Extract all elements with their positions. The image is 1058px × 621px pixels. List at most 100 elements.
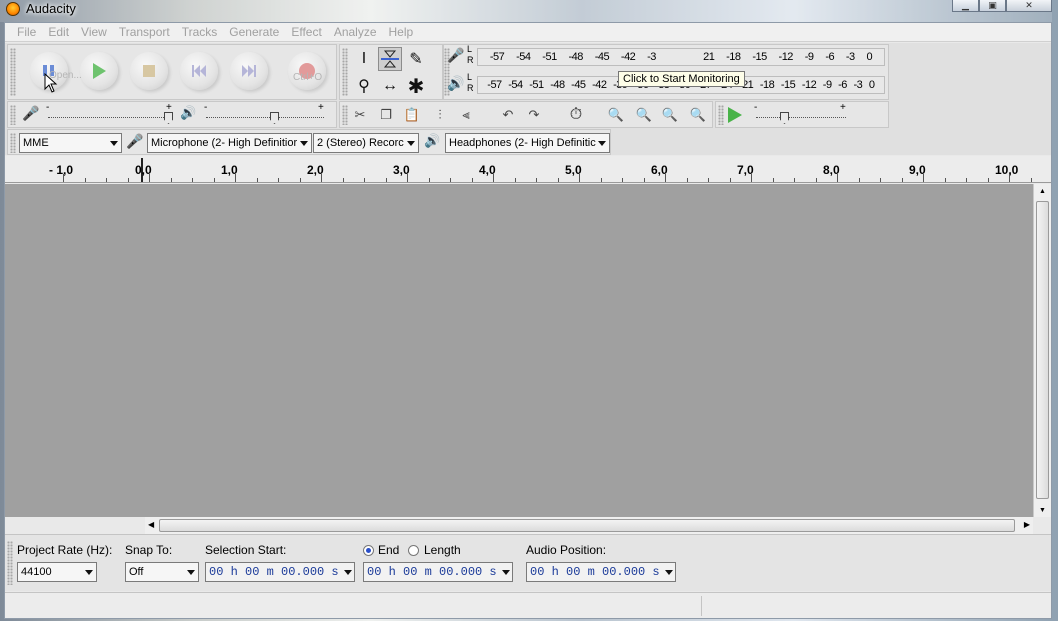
ruler-major-tick: [579, 174, 580, 182]
microphone-icon: 🎤: [126, 133, 144, 149]
audio-host-select[interactable]: MME: [19, 133, 122, 153]
toolbar-grip[interactable]: [10, 48, 16, 96]
fit-selection-button[interactable]: 🔍: [658, 103, 682, 127]
fit-project-icon: 🔍: [689, 107, 707, 122]
paste-button[interactable]: 📋: [400, 103, 424, 127]
speaker-icon: 🔊: [447, 75, 465, 91]
toolbar-grip[interactable]: [342, 48, 348, 96]
title-bar[interactable]: Audacity ▁ ▣ ✕: [0, 0, 1052, 22]
chevron-down-icon: [407, 141, 415, 146]
record-meter-tick-label: -54: [516, 51, 531, 63]
record-meter-scale[interactable]: -57 -54 -51 -48 -45 -42 -3 21 -18 -15 -12 -9 -6 -3 0: [477, 48, 885, 66]
scroll-left-icon[interactable]: ◀: [148, 520, 154, 529]
selection-start-field[interactable]: 00 h 00 m 00.000 s: [205, 562, 355, 582]
scroll-down-icon[interactable]: ▼: [1039, 507, 1046, 514]
menu-file[interactable]: File: [11, 23, 42, 42]
play-button[interactable]: [80, 52, 118, 90]
skip-to-end-button[interactable]: [230, 52, 268, 90]
stop-button[interactable]: [130, 52, 168, 90]
magnifier-icon: ⚲: [358, 78, 370, 95]
menu-transport[interactable]: Transport: [113, 23, 176, 42]
ruler-minor-tick: [170, 178, 172, 182]
zoom-out-button[interactable]: 🔍: [632, 103, 656, 127]
menu-effect[interactable]: Effect: [285, 23, 327, 42]
menu-analyze[interactable]: Analyze: [328, 23, 383, 42]
maximize-button[interactable]: ▣: [979, 0, 1006, 12]
record-meter[interactable]: 🎤 LR -57 -54 -51 -48 -45 -42 -3 21 -18 -15 -12 -9 -6…: [445, 44, 891, 70]
playback-device-select[interactable]: Headphones (2- High Definitic: [445, 133, 610, 153]
menu-tracks[interactable]: Tracks: [176, 23, 224, 42]
microphone-icon: 🎤: [22, 105, 40, 121]
recording-device-select[interactable]: Microphone (2- High Definitior: [147, 133, 312, 153]
menu-help[interactable]: Help: [383, 23, 420, 42]
horizontal-scrollbar[interactable]: ◀ ▶: [145, 517, 1033, 534]
project-rate-select[interactable]: 44100: [17, 562, 97, 582]
minimize-button[interactable]: ▁: [952, 0, 979, 12]
skip-to-start-button[interactable]: [180, 52, 218, 90]
vertical-scroll-thumb[interactable]: [1036, 201, 1049, 499]
close-button[interactable]: ✕: [1006, 0, 1052, 12]
transport-toolbar: Open... Ctrl+O: [7, 44, 337, 100]
toolbar-grip[interactable]: [7, 541, 13, 585]
undo-button[interactable]: ↶: [496, 103, 520, 127]
snap-to-select[interactable]: Off: [125, 562, 199, 582]
record-meter-tick-label: -15: [752, 51, 767, 63]
input-volume-thumb[interactable]: [164, 112, 173, 124]
ruler-minor-tick: [342, 178, 344, 182]
toolbar-grip[interactable]: [718, 105, 724, 125]
record-meter-tick-label: -12: [778, 51, 794, 63]
length-radio[interactable]: [408, 545, 419, 556]
skip-end-icon: [242, 65, 256, 77]
menu-generate[interactable]: Generate: [223, 23, 285, 42]
vertical-scrollbar[interactable]: ▲ ▼: [1033, 184, 1051, 517]
speed-min: -: [754, 102, 758, 113]
record-meter-tick-label: -51: [542, 51, 557, 63]
track-area[interactable]: [5, 184, 1033, 517]
ruler-minor-tick: [815, 178, 817, 182]
multi-tool-button[interactable]: ✱: [404, 74, 428, 98]
copy-button[interactable]: ❐: [374, 103, 398, 127]
time-shift-tool-button[interactable]: ↔: [378, 74, 402, 98]
envelope-tool-button[interactable]: [378, 47, 402, 71]
end-radio[interactable]: [363, 545, 374, 556]
redo-button[interactable]: ↷: [522, 103, 546, 127]
ruler-major-tick: [493, 174, 494, 182]
record-button[interactable]: Ctrl+O: [288, 52, 326, 90]
ruler-tick-label: - 1,0: [49, 163, 74, 177]
zoom-in-button[interactable]: 🔍: [604, 103, 628, 127]
menu-bar: File Edit View Transport Tracks Generate…: [5, 23, 1051, 42]
menu-view[interactable]: View: [75, 23, 113, 42]
menu-edit[interactable]: Edit: [42, 23, 75, 42]
scroll-up-icon[interactable]: ▲: [1039, 188, 1046, 195]
trim-button[interactable]: ⫶: [428, 103, 452, 127]
chevron-down-icon: [344, 570, 352, 575]
draw-tool-button[interactable]: ✎: [404, 47, 428, 71]
timeline-ruler[interactable]: - 1,0 0,0 1,0 2,0 3,0 4,0 5,0 6,0 7,0 8,0 9,0 10,0: [5, 156, 1051, 183]
recording-channels-select[interactable]: 2 (Stereo) Recorc: [313, 133, 419, 153]
output-volume-slider[interactable]: [206, 117, 324, 118]
toolbar-grip[interactable]: [10, 105, 16, 125]
zoom-tool-button[interactable]: ⚲: [352, 74, 376, 98]
silence-button[interactable]: ⫷: [454, 103, 478, 127]
sync-lock-button[interactable]: ⏱: [564, 103, 588, 127]
input-volume-slider[interactable]: [48, 117, 172, 118]
output-volume-thumb[interactable]: [270, 112, 279, 124]
toolbar-grip[interactable]: [10, 133, 16, 153]
ruler-major-tick: [665, 174, 666, 182]
selection-end-field[interactable]: 00 h 00 m 00.000 s: [363, 562, 513, 582]
play-at-speed-icon[interactable]: [728, 107, 742, 123]
audio-position-field[interactable]: 00 h 00 m 00.000 s: [526, 562, 676, 582]
ruler-minor-tick: [944, 178, 946, 182]
speaker-icon: 🔊: [180, 105, 197, 120]
fit-project-button[interactable]: 🔍: [686, 103, 710, 127]
ruler-major-tick: [837, 174, 838, 182]
scroll-right-icon[interactable]: ▶: [1024, 520, 1030, 529]
cut-button[interactable]: ✂: [348, 103, 372, 127]
playback-meter-tick-label: -15: [780, 79, 796, 91]
horizontal-scroll-thumb[interactable]: [159, 519, 1015, 532]
speed-slider[interactable]: [756, 117, 846, 118]
i-beam-icon: I: [361, 50, 367, 67]
selection-tool-button[interactable]: I: [352, 47, 376, 71]
speed-thumb[interactable]: [780, 112, 789, 124]
ruler-minor-tick: [299, 178, 301, 182]
